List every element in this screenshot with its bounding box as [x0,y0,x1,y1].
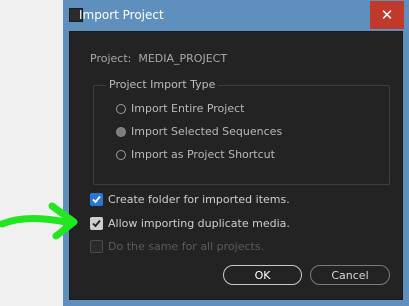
checkbox-label: Allow importing duplicate media. [108,217,290,230]
checkmark-icon [92,219,101,227]
radio-button[interactable] [116,150,126,160]
checkbox-checked[interactable] [90,192,103,206]
import-type-legend: Project Import Type [106,78,219,91]
checkbox-same-for-all: Do the same for all projects. [90,239,265,254]
radio-button-selected[interactable] [116,127,126,137]
project-label: Project: [90,52,132,65]
checkbox-label: Do the same for all projects. [108,240,265,253]
radio-label: Import as Project Shortcut [131,148,275,161]
import-type-group: Project Import Type Import Entire Projec… [93,78,390,185]
close-icon: ✕ [380,6,394,24]
project-name: MEDIA_PROJECT [138,52,228,65]
checkbox-unchecked [90,239,103,253]
checkbox-label: Create folder for imported items. [108,193,290,206]
checkbox-create-folder[interactable]: Create folder for imported items. [90,192,290,207]
ok-button[interactable]: OK [223,265,302,285]
green-arrow-icon [0,202,78,240]
cancel-button[interactable]: Cancel [310,265,390,285]
radio-button[interactable] [116,104,126,114]
radio-import-selected-sequences[interactable]: Import Selected Sequences [116,125,282,138]
radio-label: Import Selected Sequences [131,125,283,138]
title-bar: Import Project ✕ [63,0,409,30]
radio-import-entire-project[interactable]: Import Entire Project [116,102,244,115]
dialog-content: Project: MEDIA_PROJECT Project Import Typ… [69,31,403,300]
checkmark-icon [92,195,101,203]
checkbox-allow-duplicates[interactable]: Allow importing duplicate media. [90,216,290,231]
window-title: Import Project [79,8,164,22]
close-button[interactable]: ✕ [370,1,404,29]
radio-import-as-shortcut[interactable]: Import as Project Shortcut [116,148,275,161]
checkbox-checked[interactable] [90,216,103,230]
import-project-dialog: Import Project ✕ Project: MEDIA_PROJECT P… [63,0,409,306]
radio-label: Import Entire Project [131,102,245,115]
project-line: Project: MEDIA_PROJECT [90,52,227,65]
